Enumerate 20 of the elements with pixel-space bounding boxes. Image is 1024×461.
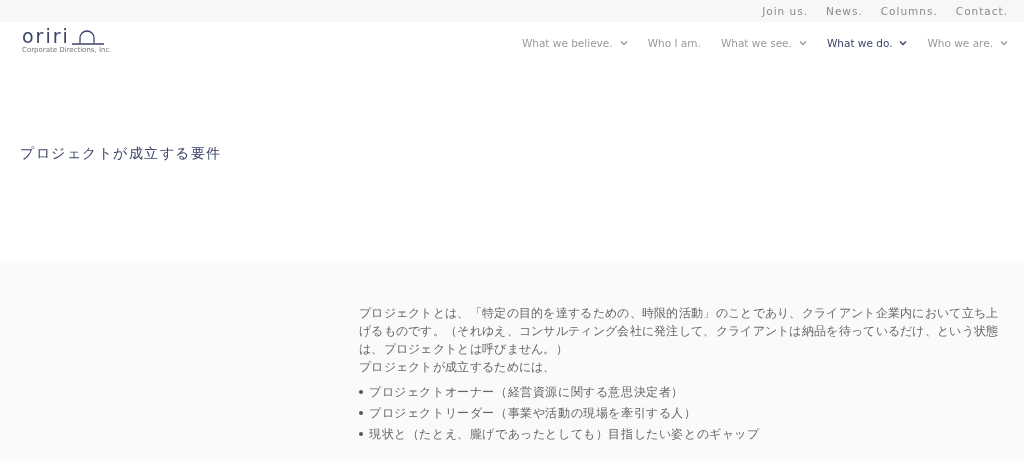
logo-text: oriri bbox=[22, 27, 70, 45]
nav-link[interactable]: What we see. bbox=[720, 37, 807, 49]
list-item: プロジェクトリーダー（事業や活動の現場を牽引する人） bbox=[369, 405, 697, 421]
top-link[interactable]: Contact. bbox=[955, 5, 1008, 17]
body-paragraph: プロジェクトとは、「特定の目的を達するための、時限的活動」のことであり、クライアント企業内において立ち上げるものです。（それゆえ、コンサルティング会社に発注して、クライアントは納品を待っているだけ、という状態は、プロジェクトとは呼びません。） bbox=[359, 305, 1000, 358]
list-item: 現状と（たとえ、朧げであったとしても）目指したい姿とのギャップ bbox=[369, 426, 760, 442]
list-item: プロジェクトオーナー（経営資源に関する意思決定者） bbox=[369, 384, 684, 400]
nav-link[interactable]: What we believe. bbox=[521, 37, 628, 49]
nav-link[interactable]: What we do. bbox=[826, 37, 908, 49]
bullet-icon bbox=[359, 411, 363, 415]
nav-link[interactable]: Who we are. bbox=[927, 37, 1008, 49]
top-link[interactable]: Join us. bbox=[762, 5, 809, 17]
nav-link[interactable]: Who I am. bbox=[647, 37, 701, 49]
page-heading: プロジェクトが成立する要件 bbox=[20, 145, 222, 163]
bullet-icon bbox=[359, 432, 363, 436]
arch-icon bbox=[71, 29, 104, 45]
bullet-icon bbox=[359, 390, 363, 394]
top-link[interactable]: News. bbox=[826, 5, 863, 17]
top-link[interactable]: Columns. bbox=[880, 5, 938, 17]
body-paragraph: プロジェクトが成立するためには、 bbox=[359, 359, 557, 376]
